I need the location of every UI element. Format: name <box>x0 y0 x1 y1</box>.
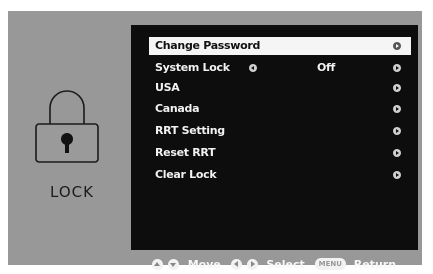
menu-item-label: Clear Lock <box>155 168 217 181</box>
menu-item-canada[interactable]: Canada <box>149 100 411 118</box>
down-arrow-icon <box>167 258 179 270</box>
arrow-right-icon <box>393 42 401 50</box>
system-lock-value: Off <box>317 61 336 74</box>
right-arrow-icon <box>246 258 258 270</box>
up-arrow-icon <box>152 258 163 270</box>
menu-item-usa[interactable]: USA <box>149 79 411 97</box>
menu-key-icon: MENU <box>314 258 346 270</box>
menu-item-change-password[interactable]: Change Password <box>149 37 411 55</box>
menu-item-label: Reset RRT <box>155 146 216 159</box>
left-arrow-icon <box>230 258 242 270</box>
menu-item-label: RRT Setting <box>155 124 225 137</box>
arrow-right-icon[interactable] <box>393 64 401 72</box>
arrow-right-icon <box>393 149 401 157</box>
return-hint: Return <box>353 257 397 271</box>
arrow-right-icon <box>393 127 401 135</box>
padlock-icon <box>35 90 99 163</box>
lock-menu: Change Password System Lock Off USA Cana… <box>131 25 418 250</box>
lock-title: LOCK <box>50 183 94 201</box>
menu-item-label: Canada <box>155 102 200 115</box>
move-hint: Move <box>187 257 221 271</box>
arrow-left-icon[interactable] <box>249 64 257 72</box>
tv-osd-screen: LOCK Change Password System Lock Off USA… <box>0 0 433 274</box>
menu-item-label: System Lock <box>155 61 230 74</box>
menu-item-system-lock[interactable]: System Lock Off <box>149 59 411 77</box>
menu-item-label: Change Password <box>155 39 261 52</box>
menu-item-clear-lock[interactable]: Clear Lock <box>149 166 411 184</box>
menu-item-label: USA <box>155 81 180 94</box>
arrow-right-icon <box>393 105 401 113</box>
menu-item-rrt-setting[interactable]: RRT Setting <box>149 122 411 140</box>
arrow-right-icon <box>393 84 401 92</box>
menu-item-reset-rrt[interactable]: Reset RRT <box>149 144 411 162</box>
select-hint: Select <box>266 257 305 271</box>
key-hints-bar: Move Select MENU Return <box>152 257 402 273</box>
arrow-right-icon <box>393 171 401 179</box>
